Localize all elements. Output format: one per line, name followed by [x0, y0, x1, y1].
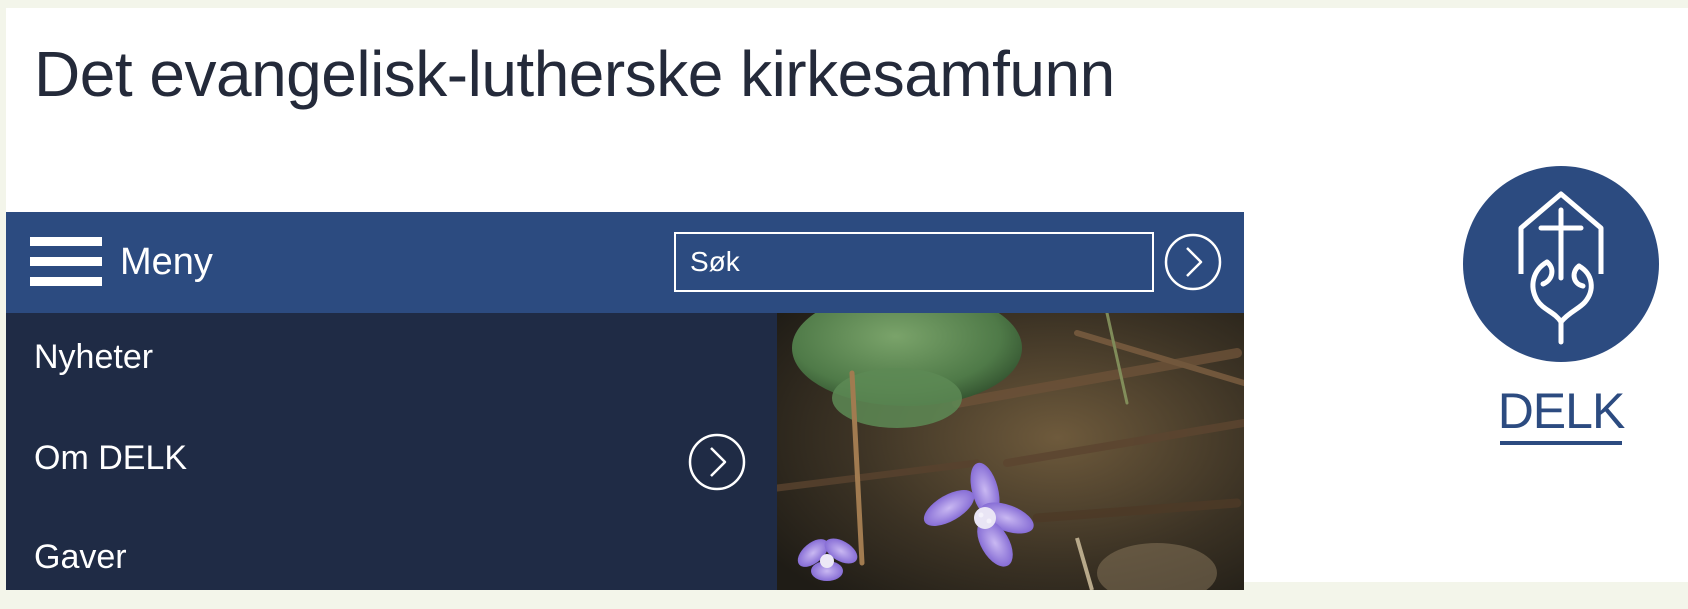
search-input[interactable]: [674, 232, 1154, 292]
menu-item-label: Om DELK: [34, 439, 188, 477]
menu-button[interactable]: Meny: [30, 234, 213, 290]
logo-text: DELK: [1497, 383, 1626, 439]
chevron-right-circle-icon: [688, 433, 746, 491]
search-submit-button[interactable]: [1163, 232, 1223, 292]
menu-dropdown: Nyheter Om DELK Gaver: [6, 313, 777, 590]
submenu-expand-button[interactable]: [687, 432, 747, 492]
hero-photo: [777, 313, 1244, 590]
delk-logo-icon: [1463, 166, 1659, 362]
menu-item-label: Gaver: [34, 538, 127, 576]
chevron-right-circle-icon: [1164, 233, 1222, 291]
top-navbar: Meny: [6, 212, 1244, 313]
flower-photo-image: [777, 313, 1244, 590]
menu-item-om-delk[interactable]: Om DELK: [6, 414, 777, 510]
menu-item-nyheter[interactable]: Nyheter: [6, 313, 777, 409]
hamburger-icon: [30, 236, 102, 288]
page: Det evangelisk-lutherske kirkesamfunn Me…: [6, 8, 1688, 590]
menu-item-label: Nyheter: [34, 338, 154, 376]
menu-label: Meny: [120, 241, 213, 283]
site-title: Det evangelisk-lutherske kirkesamfunn: [34, 38, 1115, 110]
logo-underline: [1500, 441, 1622, 445]
menu-item-gaver[interactable]: Gaver: [6, 513, 777, 609]
